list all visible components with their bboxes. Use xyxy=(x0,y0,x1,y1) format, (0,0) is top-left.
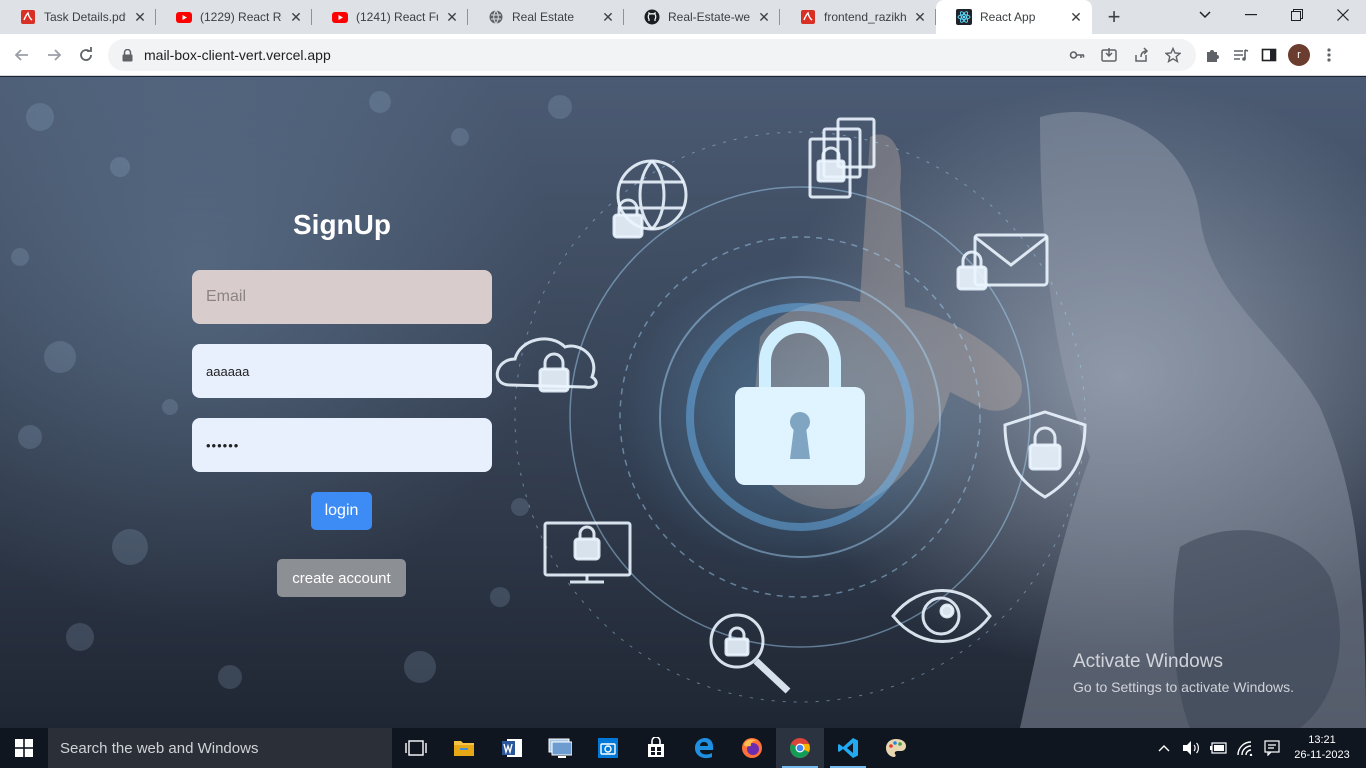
firefox-icon[interactable] xyxy=(728,728,776,768)
remote-desktop-icon[interactable] xyxy=(536,728,584,768)
paint-icon[interactable] xyxy=(872,728,920,768)
browser-toolbar: mail-box-client-vert.vercel.app r xyxy=(0,34,1366,76)
youtube-icon xyxy=(332,9,348,25)
windows-taskbar: Search the web and Windows 13:21 26-11-2… xyxy=(0,728,1366,768)
username-field[interactable] xyxy=(192,344,492,398)
pdf-icon xyxy=(20,9,36,25)
tab-real-estate[interactable]: Real Estate ✕ xyxy=(468,0,624,34)
tab-title: (1229) React Res xyxy=(200,10,282,24)
page-title: SignUp xyxy=(293,209,391,240)
tab-close-icon[interactable]: ✕ xyxy=(132,9,148,25)
tab-close-icon[interactable]: ✕ xyxy=(600,9,616,25)
tab-close-icon[interactable]: ✕ xyxy=(1068,9,1084,25)
taskbar-search-box[interactable]: Search the web and Windows xyxy=(48,728,392,768)
key-icon[interactable] xyxy=(1068,46,1086,64)
watermark-title: Activate Windows xyxy=(1073,651,1223,672)
tab-title: Real Estate xyxy=(512,10,575,24)
store-icon[interactable] xyxy=(632,728,680,768)
tab-title: React App xyxy=(980,10,1036,24)
clock-date: 26-11-2023 xyxy=(1294,749,1350,761)
close-window-icon[interactable] xyxy=(1320,0,1366,30)
system-tray: 13:21 26-11-2023 xyxy=(1155,728,1366,768)
volume-icon[interactable] xyxy=(1182,739,1200,757)
email-field[interactable] xyxy=(192,270,492,324)
word-icon[interactable] xyxy=(488,728,536,768)
minimize-icon[interactable] xyxy=(1228,0,1274,30)
address-bar[interactable]: mail-box-client-vert.vercel.app xyxy=(108,39,1196,71)
youtube-icon xyxy=(176,9,192,25)
url-text: mail-box-client-vert.vercel.app xyxy=(144,47,331,63)
install-app-icon[interactable] xyxy=(1100,46,1118,64)
back-arrow-icon[interactable] xyxy=(6,39,38,71)
camera-app-icon[interactable] xyxy=(584,728,632,768)
taskbar-clock[interactable]: 13:21 26-11-2023 xyxy=(1290,733,1354,763)
tab-react-app[interactable]: React App ✕ xyxy=(936,0,1092,34)
start-button[interactable] xyxy=(0,728,48,768)
login-button[interactable]: login xyxy=(311,492,372,530)
watermark-subtitle: Go to Settings to activate Windows. xyxy=(1073,679,1294,695)
cyber-security-background-image xyxy=(11,91,1366,728)
react-icon xyxy=(956,9,972,25)
action-center-icon[interactable] xyxy=(1263,739,1281,757)
clock-time: 13:21 xyxy=(1308,734,1336,746)
create-account-button[interactable]: create account xyxy=(277,559,406,597)
tab-youtube-react-full[interactable]: (1241) React Full ✕ xyxy=(312,0,468,34)
tab-youtube-react-res[interactable]: (1229) React Res ✕ xyxy=(156,0,312,34)
more-menu-icon[interactable] xyxy=(1320,46,1338,64)
tab-close-icon[interactable]: ✕ xyxy=(756,9,772,25)
globe-icon xyxy=(488,9,504,25)
task-view-icon[interactable] xyxy=(392,728,440,768)
media-queue-icon[interactable] xyxy=(1232,46,1250,64)
chrome-icon[interactable] xyxy=(776,728,824,768)
browser-tab-strip: Task Details.pdf ✕ (1229) React Res ✕ (1… xyxy=(0,0,1366,34)
tab-close-icon[interactable]: ✕ xyxy=(288,9,304,25)
tab-title: Real-Estate-web xyxy=(668,10,750,24)
tab-title: (1241) React Full xyxy=(356,10,438,24)
windows-logo-icon xyxy=(15,739,33,757)
pdf-icon xyxy=(800,9,816,25)
share-icon[interactable] xyxy=(1132,46,1150,64)
bookmark-star-icon[interactable] xyxy=(1164,46,1182,64)
new-tab-button[interactable]: + xyxy=(1098,0,1130,34)
file-explorer-icon[interactable] xyxy=(440,728,488,768)
edge-icon[interactable] xyxy=(680,728,728,768)
tab-frontend-razikha[interactable]: frontend_razikha ✕ xyxy=(780,0,936,34)
side-panel-icon[interactable] xyxy=(1260,46,1278,64)
reload-icon[interactable] xyxy=(70,39,102,71)
chevron-up-icon[interactable] xyxy=(1155,739,1173,757)
restore-icon[interactable] xyxy=(1274,0,1320,30)
tab-github-real-estate[interactable]: Real-Estate-web ✕ xyxy=(624,0,780,34)
page-content: SignUp login create account Activate Win… xyxy=(0,77,1366,728)
tab-task-details[interactable]: Task Details.pdf ✕ xyxy=(0,0,156,34)
tab-close-icon[interactable]: ✕ xyxy=(912,9,928,25)
wifi-icon[interactable] xyxy=(1236,739,1254,757)
forward-arrow-icon[interactable] xyxy=(38,39,70,71)
battery-icon[interactable] xyxy=(1209,739,1227,757)
activate-windows-watermark: Activate Windows Go to Settings to activ… xyxy=(1073,651,1294,695)
profile-avatar[interactable]: r xyxy=(1288,44,1310,66)
tab-title: Task Details.pdf xyxy=(44,10,126,24)
tab-search-chevron-icon[interactable] xyxy=(1182,0,1228,30)
password-field[interactable] xyxy=(192,418,492,472)
tab-title: frontend_razikha xyxy=(824,10,906,24)
github-icon xyxy=(644,9,660,25)
tab-close-icon[interactable]: ✕ xyxy=(444,9,460,25)
extensions-icon[interactable] xyxy=(1204,46,1222,64)
vscode-icon[interactable] xyxy=(824,728,872,768)
lock-icon[interactable] xyxy=(120,48,134,62)
